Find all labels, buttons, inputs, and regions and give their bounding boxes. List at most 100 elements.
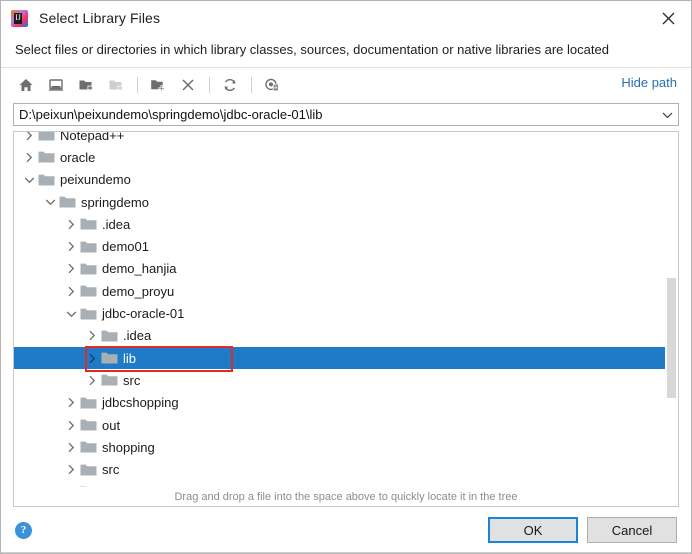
folder-icon [80,396,97,410]
tree-row[interactable]: src [14,458,678,480]
folder-icon [38,150,55,164]
folder-refresh-disabled-icon [103,73,129,97]
cancel-button[interactable]: Cancel [587,517,677,543]
folder-icon [80,240,97,254]
tree-row-label: .idea [123,328,152,344]
path-row: D:\peixun\peixundemo\springdemo\jdbc-ora… [1,101,691,131]
footer-buttons: OK Cancel [488,517,677,543]
chevron-right-icon[interactable] [62,420,80,431]
folder-icon [38,173,55,187]
tree-row[interactable]: .idea [14,325,678,347]
tree-row[interactable]: .idea [14,213,678,235]
folder-icon [80,262,97,276]
tree-row-label: demo_hanjia [102,261,177,277]
file-tree-panel[interactable]: Notepad++ oracle peixundemo springdemo .idea… [13,131,679,487]
chevron-down-icon[interactable] [656,104,678,125]
tree-row-label: peixundemo [60,172,131,188]
tree-row-label: Notepad++ [60,131,125,143]
chevron-right-icon[interactable] [62,442,80,453]
tree-row[interactable]: demo_proyu [14,280,678,302]
tree-row-label: out [102,417,121,433]
chevron-right-icon[interactable] [62,219,80,230]
select-library-files-dialog: IJ Select Library Files Select files or … [0,0,692,554]
hide-path-link[interactable]: Hide path [621,75,677,90]
tree-row-label: lib [123,350,137,366]
chevron-right-icon[interactable] [62,397,80,408]
scrollbar-thumb[interactable] [667,277,676,399]
chevron-right-icon[interactable] [20,132,38,141]
toolbar-separator-1 [137,76,138,93]
toolbar-separator-2 [209,76,210,93]
chevron-right-icon[interactable] [20,152,38,163]
close-icon[interactable] [645,1,691,35]
chevron-right-icon[interactable] [62,286,80,297]
window-title: Select Library Files [39,10,161,26]
show-hidden-files-icon[interactable] [259,73,285,97]
tree-row-label: shopping [102,439,155,455]
folder-icon [80,307,97,321]
folder-icon [101,329,118,343]
desktop-icon[interactable] [43,73,69,97]
tree-row-label: demo_proyu [102,283,175,299]
tree-row[interactable]: springdemo [14,191,678,213]
file-tree[interactable]: Notepad++ oracle peixundemo springdemo .idea… [14,131,678,487]
toolbar-separator-3 [251,76,252,93]
drag-drop-hint: Drag and drop a file into the space abov… [13,487,679,507]
folder-icon [80,440,97,454]
dialog-subtitle: Select files or directories in which lib… [15,42,609,57]
tree-row[interactable]: jdbcshopping [14,392,678,414]
folder-up-icon[interactable] [73,73,99,97]
tree-row-label: src [102,462,120,478]
tree-row[interactable]: src [14,369,678,391]
path-combobox[interactable]: D:\peixun\peixundemo\springdemo\jdbc-ora… [13,103,679,126]
folder-icon [80,418,97,432]
tree-row[interactable]: Test [14,481,678,487]
ok-button[interactable]: OK [488,517,578,543]
chevron-down-icon[interactable] [41,198,59,206]
title-bar: IJ Select Library Files [1,1,691,35]
folder-icon [101,373,118,387]
tree-row-label: demo01 [102,239,149,255]
home-icon[interactable] [13,73,39,97]
tree-row[interactable]: Notepad++ [14,131,678,146]
tree-row[interactable]: demo01 [14,235,678,257]
chevron-right-icon[interactable] [62,263,80,274]
tree-row[interactable]: demo_hanjia [14,258,678,280]
tree-row[interactable]: jdbc-oracle-01 [14,302,678,324]
folder-icon [80,485,97,487]
tree-row[interactable]: shopping [14,436,678,458]
chevron-right-icon[interactable] [62,486,80,487]
path-input[interactable]: D:\peixun\peixundemo\springdemo\jdbc-ora… [14,107,656,122]
dialog-footer: ? OK Cancel [1,507,691,553]
folder-icon [59,195,76,209]
chevron-right-icon[interactable] [83,330,101,341]
folder-icon [80,217,97,231]
tree-row[interactable]: oracle [14,146,678,168]
tree-row-label: .idea [102,216,131,232]
chevron-right-icon[interactable] [62,241,80,252]
folder-icon [80,463,97,477]
tree-row-label: oracle [60,149,96,165]
tree-vertical-scrollbar[interactable] [665,132,678,487]
new-folder-icon[interactable] [145,73,171,97]
tree-row[interactable]: out [14,414,678,436]
tree-row-selected[interactable]: lib [14,346,678,370]
folder-icon [101,351,118,365]
help-icon[interactable]: ? [15,521,32,539]
chevron-right-icon[interactable] [83,375,101,386]
toolbar: Hide path [1,68,691,101]
chevron-right-icon[interactable] [62,464,80,475]
tree-row-label: jdbcshopping [102,395,179,411]
tree-row-label: jdbc-oracle-01 [102,306,185,322]
chevron-down-icon[interactable] [20,176,38,184]
tree-row-label: src [123,372,141,388]
folder-icon [38,132,55,142]
chevron-down-icon[interactable] [62,310,80,318]
delete-icon[interactable] [175,73,201,97]
tree-row-label: springdemo [81,194,149,210]
tree-row-label: Test [102,485,126,487]
footer-divider [1,552,691,553]
tree-row[interactable]: peixundemo [14,169,678,191]
chevron-right-icon[interactable] [83,353,101,364]
refresh-icon[interactable] [217,73,243,97]
